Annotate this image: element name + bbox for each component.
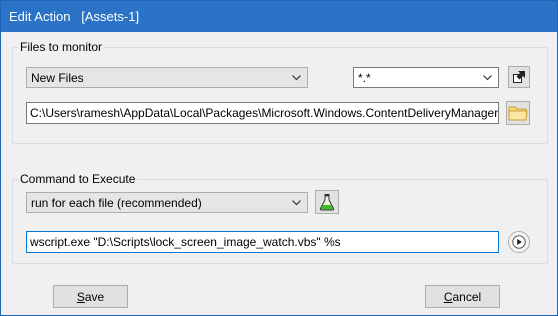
event-type-value: New Files (31, 70, 84, 85)
chevron-down-icon (292, 200, 301, 206)
flask-icon (319, 194, 335, 211)
file-filter-value: *.* (358, 70, 371, 85)
folder-icon (508, 106, 528, 121)
chevron-down-icon (292, 75, 301, 81)
files-to-monitor-group: Files to monitor (12, 40, 548, 144)
save-label: ave (84, 289, 105, 304)
cancel-button[interactable]: Cancel (425, 285, 500, 308)
command-group-label: Command to Execute (18, 172, 138, 186)
open-external-button[interactable] (508, 66, 530, 88)
test-command-button[interactable] (315, 190, 339, 214)
save-button[interactable]: Save (53, 285, 128, 308)
event-type-combo[interactable]: New Files (26, 67, 308, 88)
file-filter-combo[interactable]: *.* (353, 67, 499, 88)
run-mode-value: run for each file (recommended) (31, 195, 202, 210)
monitor-path-value: C:\Users\ramesh\AppData\Local\Packages\M… (30, 106, 499, 120)
chevron-down-icon (483, 75, 492, 81)
title-bar: Edit Action [Assets-1] (1, 1, 557, 32)
edit-action-dialog: Edit Action [Assets-1] Files to monitor … (0, 0, 558, 316)
save-accelerator: S (76, 289, 85, 304)
external-link-icon (513, 71, 525, 83)
browse-folder-button[interactable] (506, 101, 530, 125)
cancel-accelerator: C (443, 289, 453, 304)
files-to-monitor-label: Files to monitor (18, 40, 105, 54)
cancel-label: ancel (452, 289, 482, 304)
run-command-button[interactable] (508, 231, 530, 253)
command-field[interactable]: wscript.exe "D:\Scripts\lock_screen_imag… (26, 231, 499, 253)
command-value: wscript.exe "D:\Scripts\lock_screen_imag… (30, 235, 341, 249)
run-mode-combo[interactable]: run for each file (recommended) (26, 192, 308, 213)
monitor-path-field[interactable]: C:\Users\ramesh\AppData\Local\Packages\M… (26, 102, 499, 124)
play-icon (512, 235, 526, 249)
